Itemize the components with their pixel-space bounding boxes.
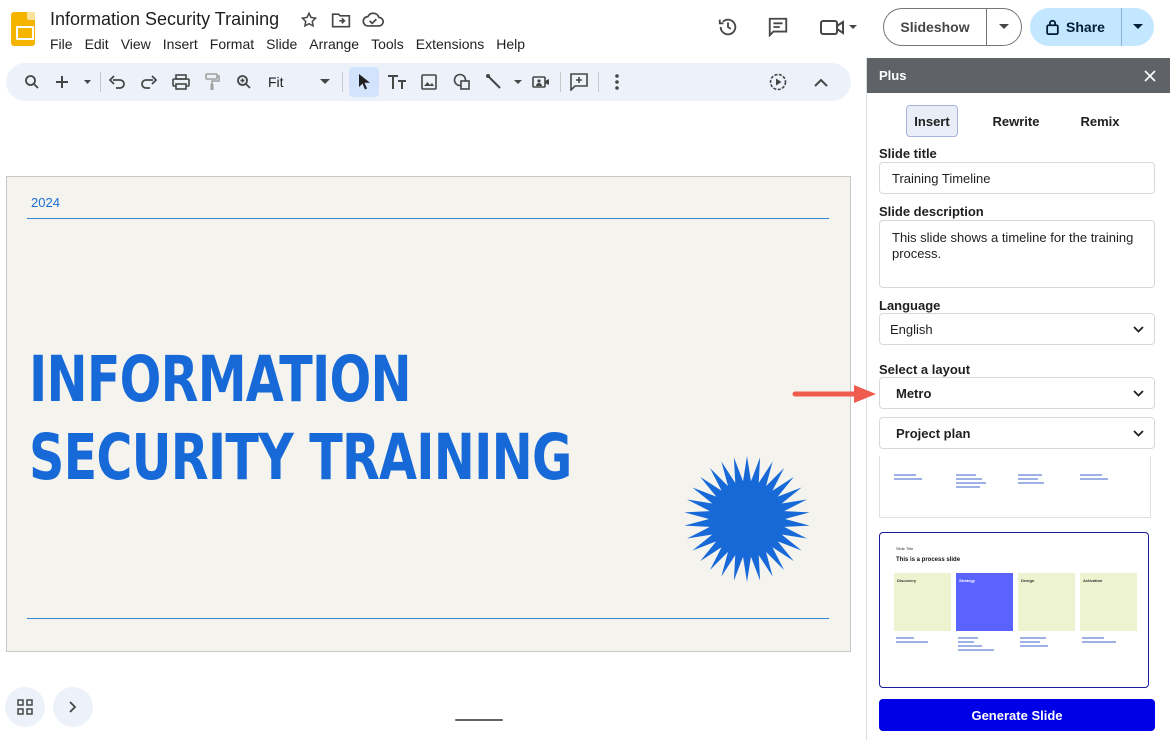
slide-title-input[interactable]: Training Timeline: [879, 162, 1155, 194]
share-button[interactable]: Share: [1030, 8, 1154, 46]
preview-text-block: [1082, 637, 1122, 643]
preview-kicker: Slide Title: [896, 546, 914, 551]
slide-description-textarea[interactable]: This slide shows a timeline for the trai…: [879, 220, 1155, 288]
language-label: Language: [879, 298, 941, 313]
speaker-notes-resize-handle[interactable]: [455, 719, 503, 721]
preview-card: Design: [1018, 573, 1075, 631]
menu-bar: File Edit View Insert Format Slide Arran…: [44, 34, 531, 54]
print-icon[interactable]: [168, 67, 194, 97]
search-menus-icon[interactable]: [18, 67, 46, 97]
version-history-icon[interactable]: [711, 10, 745, 44]
menu-extensions[interactable]: Extensions: [410, 34, 490, 54]
menu-tools[interactable]: Tools: [365, 34, 410, 54]
tab-remix[interactable]: Remix: [1073, 105, 1127, 137]
preview-text-block: [1080, 474, 1110, 480]
preview-text-block: [1018, 474, 1048, 484]
layout-label: Select a layout: [879, 362, 971, 377]
menu-slide[interactable]: Slide: [260, 34, 303, 54]
preview-heading: This is a process slide: [896, 557, 961, 563]
layout-type-value: Project plan: [896, 425, 971, 441]
tab-rewrite[interactable]: Rewrite: [985, 105, 1047, 137]
plus-side-panel: Plus Insert Rewrite Remix Slide title Tr…: [866, 58, 1170, 740]
add-comment-icon[interactable]: [566, 67, 592, 97]
slide-description-label: Slide description: [879, 204, 984, 219]
transition-icon[interactable]: [765, 67, 791, 97]
undo-icon[interactable]: [104, 67, 130, 97]
new-slide-icon[interactable]: [52, 67, 94, 97]
preview-text-block: [894, 474, 924, 480]
insert-video-icon[interactable]: [528, 67, 554, 97]
layout-preview-timeline[interactable]: [879, 456, 1151, 518]
layout-theme-select[interactable]: Metro: [879, 377, 1155, 409]
preview-text-block: [1020, 637, 1060, 647]
generate-slide-button[interactable]: Generate Slide: [879, 699, 1155, 731]
slide-title-text[interactable]: INFORMATION SECURITY TRAINING: [29, 341, 572, 497]
zoom-value: Fit: [268, 74, 284, 90]
zoom-select[interactable]: Fit: [264, 67, 334, 97]
menu-edit[interactable]: Edit: [79, 34, 115, 54]
zoom-chevron-icon: [320, 79, 330, 84]
starburst-shape[interactable]: [683, 455, 811, 583]
panel-header: Plus: [867, 58, 1170, 93]
slideshow-button[interactable]: Slideshow: [883, 8, 1022, 46]
language-select[interactable]: English: [879, 313, 1155, 345]
cloud-saved-icon[interactable]: [362, 9, 384, 31]
layout-preview-process[interactable]: Slide Title This is a process slide Disc…: [879, 532, 1149, 688]
share-options-chevron-icon[interactable]: [1122, 24, 1154, 30]
preview-card: Activation: [1080, 573, 1137, 631]
text-box-icon[interactable]: [384, 67, 410, 97]
slideshow-label[interactable]: Slideshow: [884, 9, 987, 45]
collapse-toolbar-chevron-icon[interactable]: [808, 67, 834, 97]
redo-icon[interactable]: [136, 67, 162, 97]
annotation-arrow-icon: [792, 385, 876, 403]
menu-help[interactable]: Help: [490, 34, 531, 54]
layout-theme-value: Metro: [896, 385, 932, 401]
comments-icon[interactable]: [761, 10, 795, 44]
document-title[interactable]: Information Security Training: [50, 9, 279, 30]
menu-view[interactable]: View: [115, 34, 157, 54]
star-icon[interactable]: [298, 9, 320, 31]
lock-icon: [1046, 19, 1059, 35]
slideshow-options-chevron-icon[interactable]: [987, 24, 1021, 30]
share-label: Share: [1066, 19, 1105, 35]
preview-text-block: [958, 637, 998, 651]
slide-bottom-rule: [27, 618, 829, 619]
menu-file[interactable]: File: [44, 34, 79, 54]
language-value: English: [890, 321, 933, 337]
zoom-icon[interactable]: [231, 67, 257, 97]
menu-format[interactable]: Format: [204, 34, 260, 54]
toolbar: Fit: [6, 63, 851, 101]
tab-insert[interactable]: Insert: [906, 105, 958, 137]
menu-arrange[interactable]: Arrange: [303, 34, 365, 54]
preview-card-highlighted: Strategy: [956, 573, 1013, 631]
meet-camera-icon[interactable]: [815, 10, 863, 44]
expand-filmstrip-chevron-icon[interactable]: [53, 687, 93, 727]
move-folder-icon[interactable]: [330, 9, 352, 31]
slide-year-text[interactable]: 2024: [31, 195, 60, 210]
slides-logo-icon[interactable]: [11, 12, 35, 46]
insert-image-icon[interactable]: [416, 67, 442, 97]
slide-title-label: Slide title: [879, 146, 937, 161]
shape-icon[interactable]: [449, 67, 475, 97]
chevron-down-icon: [1133, 325, 1144, 333]
panel-title: Plus: [879, 68, 907, 83]
chevron-down-icon: [1133, 429, 1144, 437]
slide-top-rule: [27, 218, 829, 219]
paint-format-icon[interactable]: [199, 67, 225, 97]
slide[interactable]: 2024 INFORMATION SECURITY TRAINING: [6, 176, 851, 652]
line-tool-icon[interactable]: [482, 67, 526, 97]
menu-insert[interactable]: Insert: [157, 34, 204, 54]
preview-text-block: [896, 637, 936, 643]
select-tool-icon[interactable]: [349, 67, 379, 97]
close-icon[interactable]: [1139, 65, 1161, 87]
grid-view-icon[interactable]: [5, 687, 45, 727]
preview-text-block: [956, 474, 986, 488]
chevron-down-icon: [1133, 389, 1144, 397]
layout-type-select[interactable]: Project plan: [879, 417, 1155, 449]
more-options-icon[interactable]: [604, 67, 630, 97]
preview-card: Discovery: [894, 573, 951, 631]
